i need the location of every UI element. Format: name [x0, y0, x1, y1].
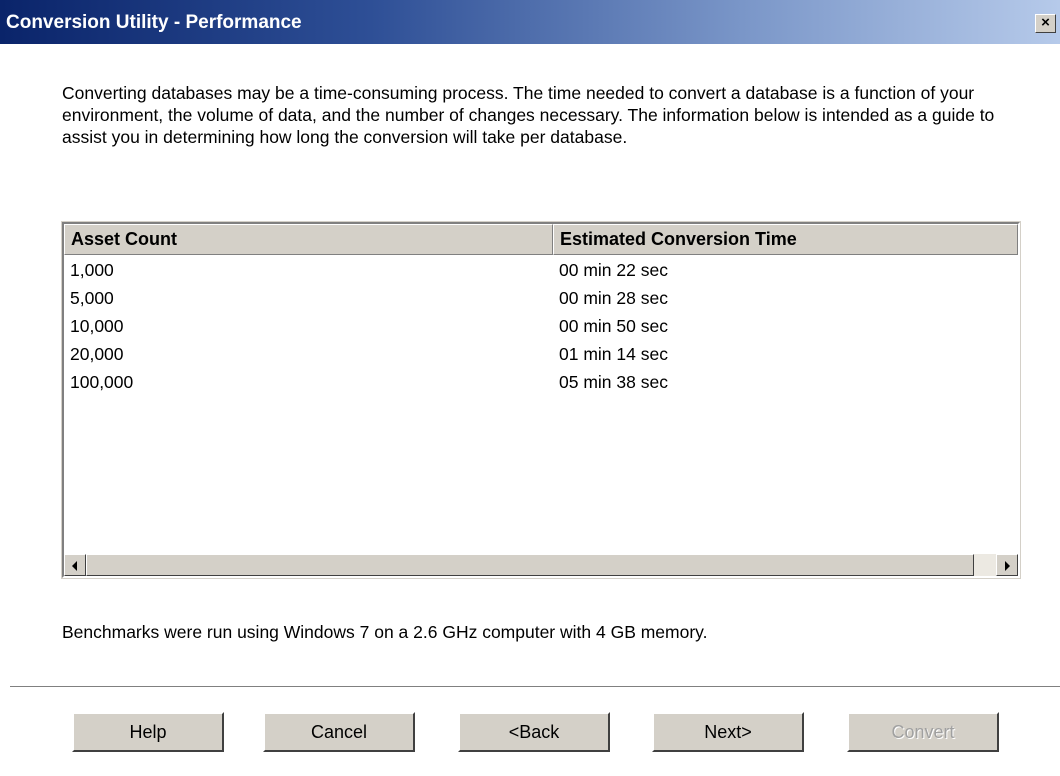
asset-count-cell: 20,000	[70, 344, 124, 364]
table-row[interactable]: 10,000 00 min 50 sec	[64, 312, 1018, 340]
scroll-right-button[interactable]	[996, 554, 1018, 576]
asset-count-cell: 1,000	[70, 260, 114, 280]
scroll-thumb[interactable]	[86, 554, 974, 576]
list-body: 1,000 00 min 22 sec 5,000 00 min 28 sec …	[64, 256, 1018, 396]
table-row[interactable]: 1,000 00 min 22 sec	[64, 256, 1018, 284]
asset-count-cell: 10,000	[70, 316, 124, 336]
scroll-left-arrow-icon	[72, 561, 77, 571]
benchmark-note: Benchmarks were run using Windows 7 on a…	[62, 622, 708, 642]
close-icon: ×	[1041, 14, 1050, 31]
horizontal-scrollbar[interactable]	[64, 554, 1018, 576]
close-button[interactable]: ×	[1035, 14, 1056, 33]
table-row[interactable]: 20,000 01 min 14 sec	[64, 340, 1018, 368]
conversion-time-cell: 00 min 22 sec	[559, 260, 668, 280]
help-button[interactable]: Help	[72, 712, 224, 752]
column-header-estimated-conversion-time[interactable]: Estimated Conversion Time	[553, 224, 1018, 255]
conversion-time-cell: 05 min 38 sec	[559, 372, 668, 392]
conversion-time-cell: 01 min 14 sec	[559, 344, 668, 364]
list-header: Asset Count Estimated Conversion Time	[64, 224, 1018, 255]
performance-list-view[interactable]: Asset Count Estimated Conversion Time 1,…	[61, 221, 1021, 579]
window-title: Conversion Utility - Performance	[6, 12, 302, 33]
table-row[interactable]: 100,000 05 min 38 sec	[64, 368, 1018, 396]
scroll-right-arrow-icon	[1005, 561, 1010, 571]
asset-count-cell: 100,000	[70, 372, 134, 392]
back-button[interactable]: <Back	[458, 712, 610, 752]
column-header-asset-count[interactable]: Asset Count	[64, 224, 553, 255]
convert-button: Convert	[847, 712, 999, 752]
conversion-time-cell: 00 min 28 sec	[559, 288, 668, 308]
table-row[interactable]: 5,000 00 min 28 sec	[64, 284, 1018, 312]
next-button[interactable]: Next>	[652, 712, 804, 752]
scroll-left-button[interactable]	[64, 554, 86, 576]
divider	[10, 686, 1060, 688]
asset-count-cell: 5,000	[70, 288, 114, 308]
title-bar: Conversion Utility - Performance ×	[0, 0, 1060, 44]
conversion-time-cell: 00 min 50 sec	[559, 316, 668, 336]
intro-text: Converting databases may be a time-consu…	[62, 83, 995, 147]
conversion-utility-window: Conversion Utility - Performance × Conve…	[0, 0, 1060, 776]
cancel-button[interactable]: Cancel	[263, 712, 415, 752]
